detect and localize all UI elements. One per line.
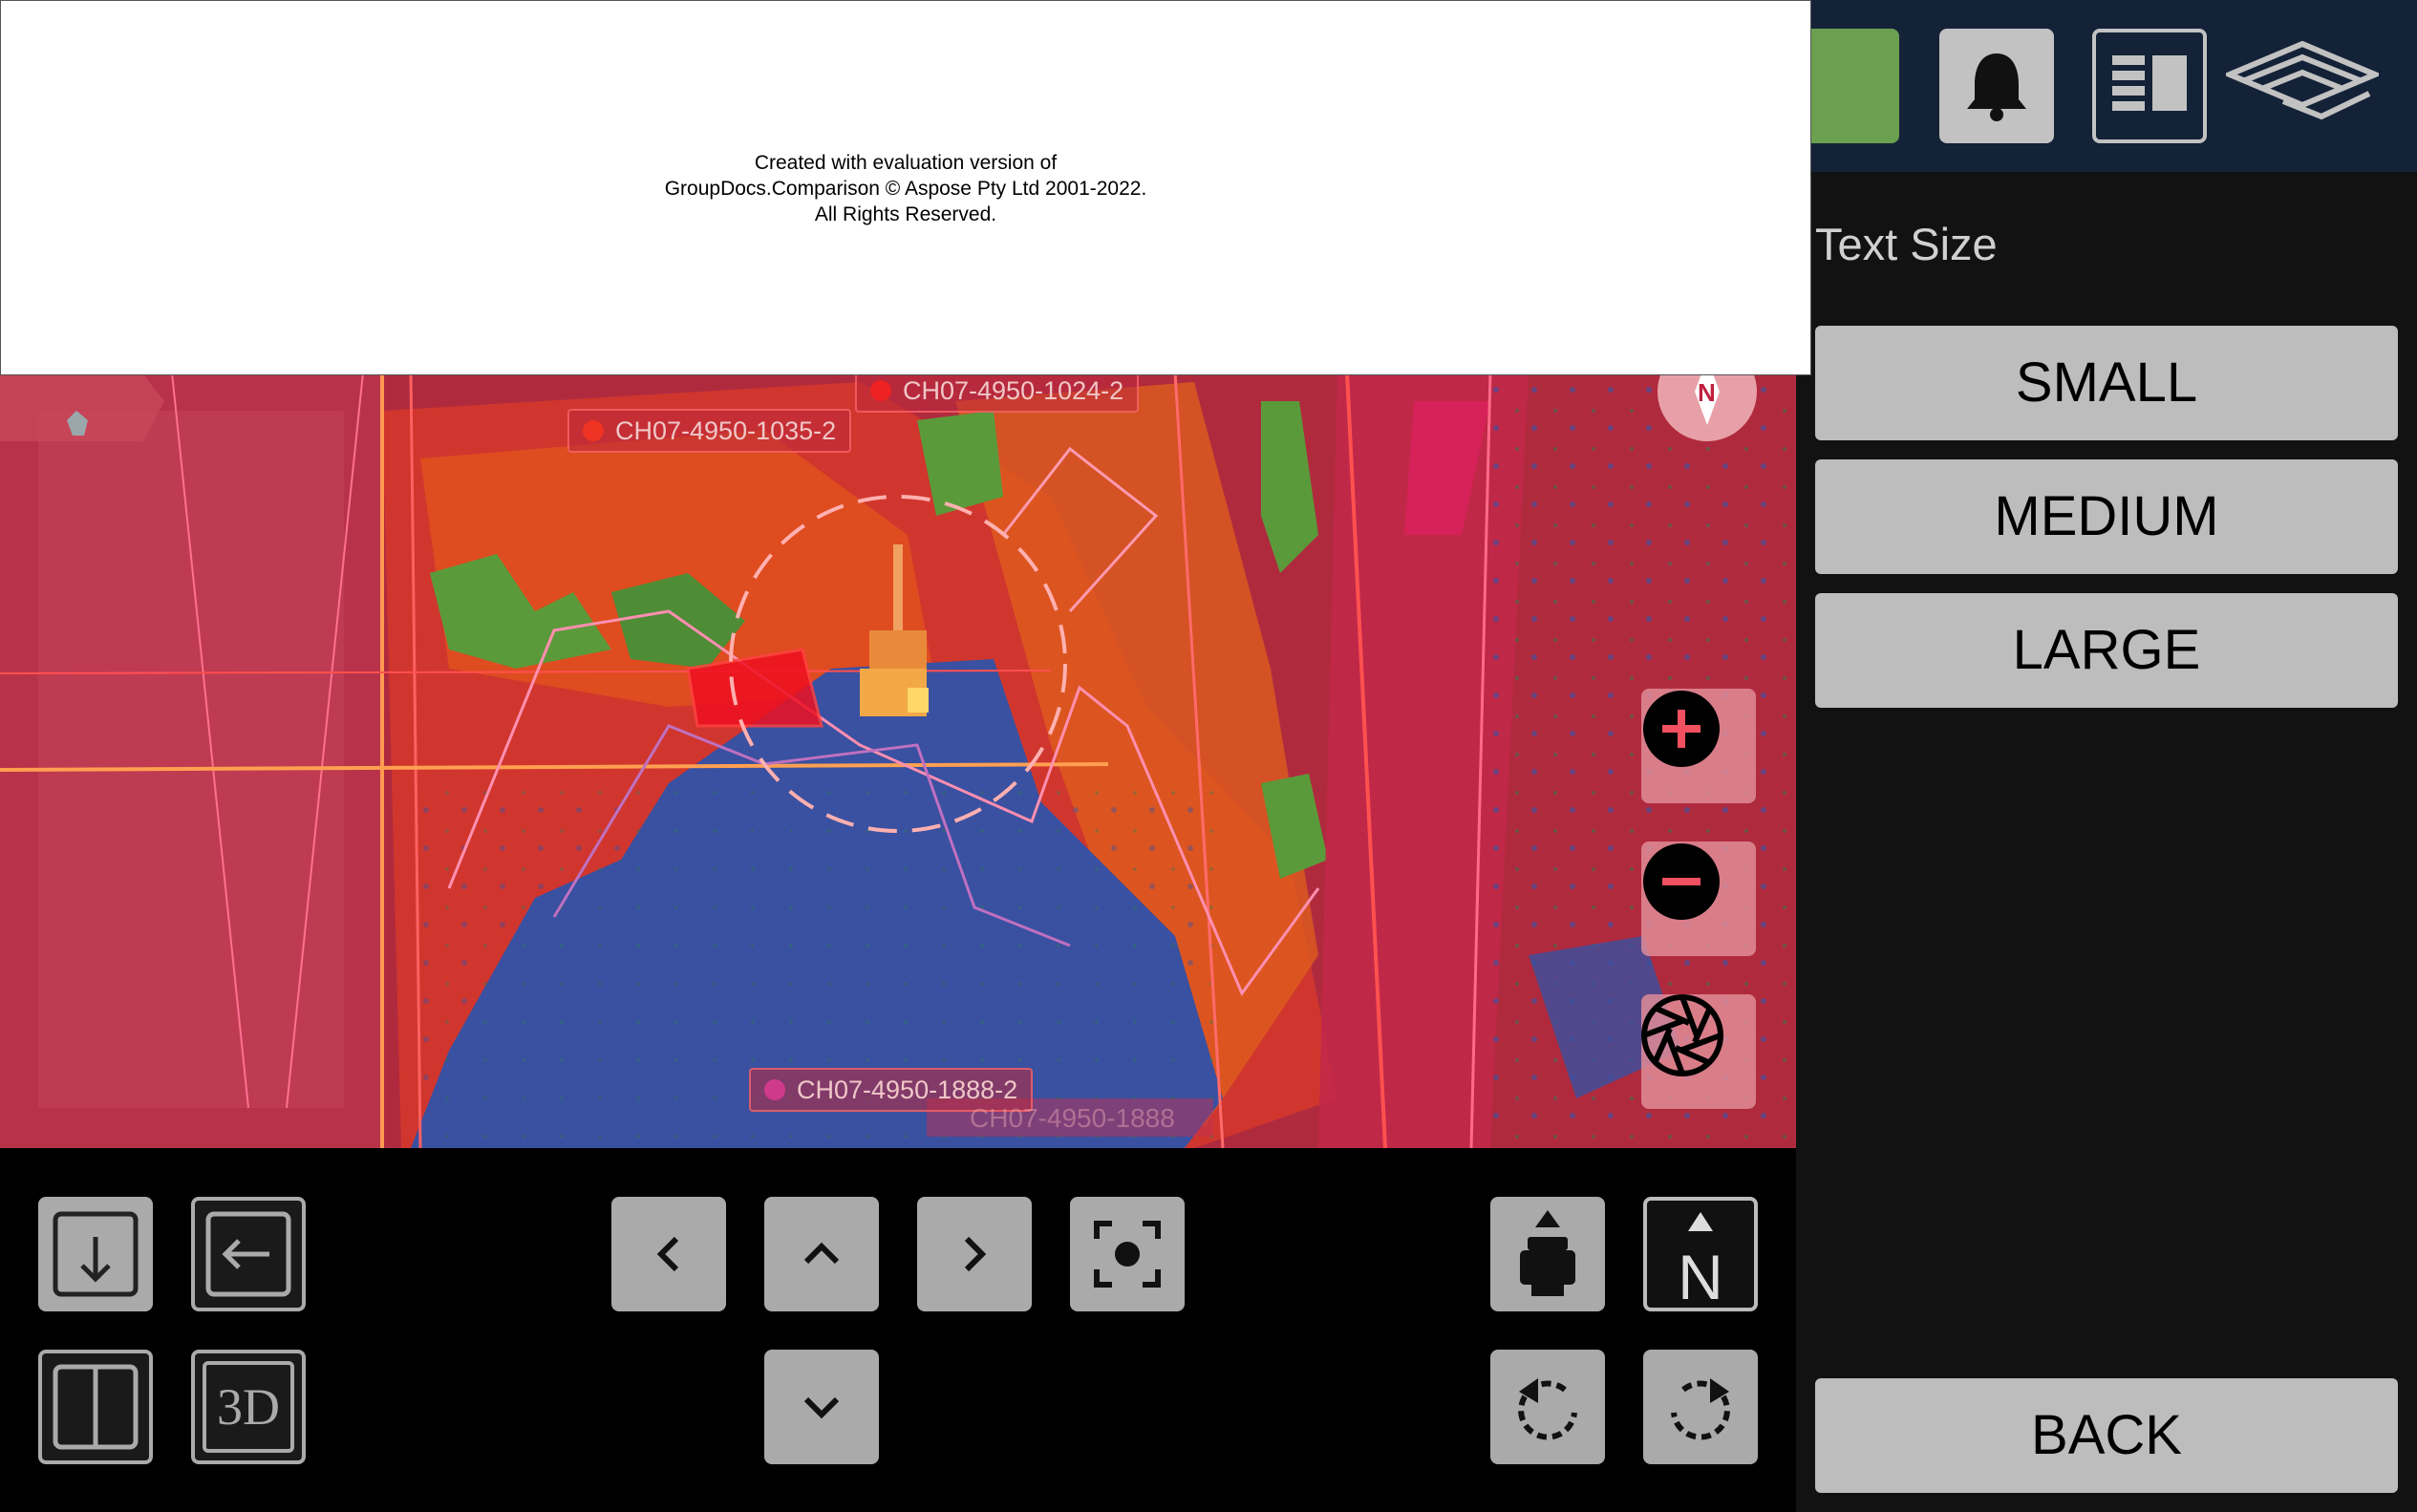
layout-button[interactable] [2092,29,2207,143]
faded-hole-label: CH07-4950-1888 [970,1103,1175,1133]
aperture-icon [1641,994,1723,1076]
machine-up-icon [1520,1210,1575,1296]
plus-circle-icon [1643,691,1720,767]
brand-logo [2222,38,2383,129]
back-arrow-button[interactable] [191,1197,306,1311]
focus-button[interactable] [1070,1197,1185,1311]
hole-marker-icon [870,380,891,401]
brand-logo-icon [2222,40,2383,120]
back-button[interactable]: BACK [1815,1378,2398,1493]
watermark-line: GroupDocs.Comparison © Aspose Pty Ltd 20… [664,178,1147,200]
pan-right-button[interactable] [917,1197,1032,1311]
rotate-ccw-icon [1518,1378,1577,1440]
svg-text:N: N [1698,378,1716,407]
north-label: N [1678,1242,1723,1312]
pan-left-button[interactable] [611,1197,726,1311]
rotate-left-button[interactable] [1490,1350,1605,1464]
rotate-right-button[interactable] [1643,1350,1758,1464]
north-up-button[interactable]: N [1643,1197,1758,1312]
text-size-medium-button[interactable]: MEDIUM [1815,459,2398,574]
text-size-large-button[interactable]: LARGE [1815,593,2398,708]
evaluation-watermark: Created with evaluation version of Group… [0,0,1811,375]
bell-icon [1967,53,2026,121]
rotate-cw-icon [1671,1378,1730,1440]
text-size-small-button[interactable]: SMALL [1815,326,2398,440]
download-button[interactable] [38,1197,153,1311]
3d-view-button[interactable]: 3D [191,1350,306,1464]
hole-label-text: CH07-4950-1024-2 [903,376,1124,405]
chevron-down-icon [803,1396,840,1419]
hole-marker-icon [583,420,604,441]
minus-circle-icon [1643,843,1720,920]
status-indicator [1811,29,1899,143]
camera-button[interactable] [1641,994,1756,1109]
focus-target-icon [1094,1221,1161,1288]
hole-label-text: CH07-4950-1035-2 [615,416,837,445]
watermark-line: Created with evaluation version of [754,152,1058,174]
split-view-icon [53,1364,139,1450]
hole-marker-icon [764,1079,785,1100]
hole-label-text: CH07-4950-1888-2 [797,1075,1018,1104]
notifications-button[interactable] [1939,29,2054,143]
panel-title: Text Size [1815,219,1998,269]
split-view-button[interactable] [38,1350,153,1464]
chevron-up-icon [803,1242,840,1265]
machine-up-button[interactable] [1490,1197,1605,1311]
pan-up-button[interactable] [764,1197,879,1311]
arrow-left-icon [205,1211,291,1297]
zoom-out-button[interactable] [1641,841,1756,956]
panel-layout-icon [2112,55,2187,111]
arrow-down-icon [53,1211,139,1297]
chevron-left-icon [656,1236,679,1272]
watermark-line: All Rights Reserved. [814,203,997,225]
zoom-in-button[interactable] [1641,689,1756,803]
chevron-right-icon [964,1236,987,1272]
hole-label[interactable]: CH07-4950-1035-2 [567,409,852,453]
pan-down-button[interactable] [764,1350,879,1464]
